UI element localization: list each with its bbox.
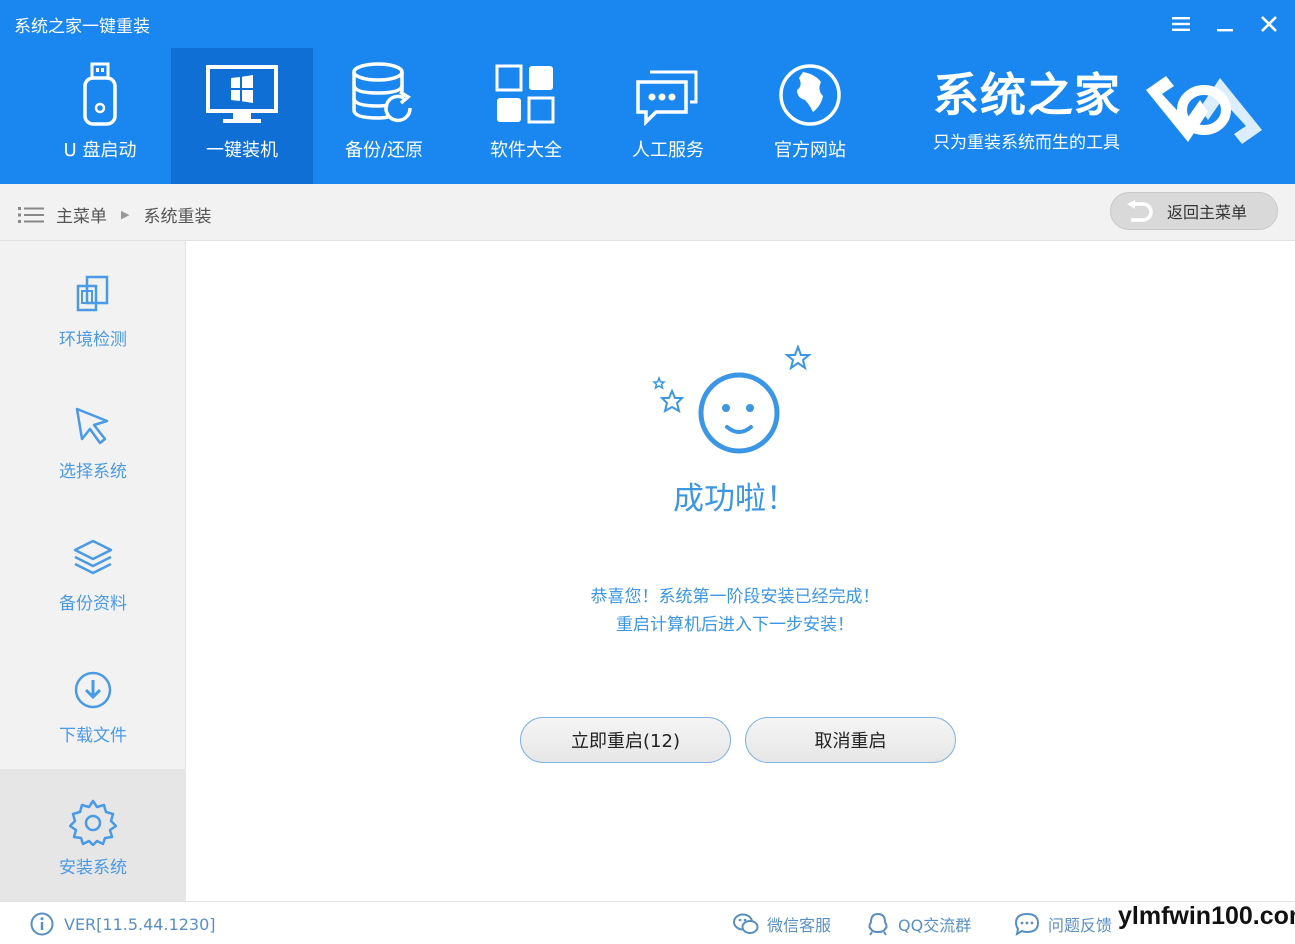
title-bar-header: 系统之家一键重装 U 盘启动 一键装机 备份/还原 软件大全 人工服务 官方网站… bbox=[0, 0, 1295, 184]
return-arrow-icon bbox=[1127, 200, 1153, 222]
minimize-button[interactable] bbox=[1206, 6, 1244, 42]
nav-item-usb-boot[interactable]: U 盘启动 bbox=[29, 48, 171, 184]
breadcrumb-current: 系统重装 bbox=[143, 207, 212, 227]
sidebar-label: 选择系统 bbox=[59, 462, 127, 482]
feedback-link[interactable]: 问题反馈 bbox=[1014, 912, 1112, 936]
database-backup-icon bbox=[352, 62, 412, 123]
wechat-service-link[interactable]: 微信客服 bbox=[733, 912, 831, 936]
close-button[interactable] bbox=[1250, 6, 1288, 42]
nav-label: 一键装机 bbox=[206, 140, 278, 161]
version-info: VER[11.5.44.1230] bbox=[30, 912, 216, 936]
menu-button[interactable] bbox=[1162, 6, 1200, 42]
back-to-main-menu-button[interactable]: 返回主菜单 bbox=[1110, 192, 1278, 230]
nav-item-one-key-install[interactable]: 一键装机 bbox=[171, 48, 313, 184]
success-message-line1: 恭喜您！系统第一阶段安装已经完成！ bbox=[590, 587, 880, 607]
brand-name: 系统之家 bbox=[933, 68, 1121, 122]
nav-label: U 盘启动 bbox=[63, 140, 137, 161]
chat-bubbles-icon bbox=[636, 70, 698, 126]
status-link-label: 微信客服 bbox=[767, 916, 832, 935]
breadcrumb-bar: 主菜单 ▶ 系统重装 返回主菜单 bbox=[0, 184, 1295, 241]
app-title: 系统之家一键重装 bbox=[14, 17, 150, 37]
sidebar-item-download-files[interactable]: 下载文件 bbox=[0, 637, 186, 769]
breadcrumb-root[interactable]: 主菜单 bbox=[56, 202, 107, 227]
usb-drive-icon bbox=[83, 62, 117, 126]
sidebar-label: 安装系统 bbox=[59, 858, 127, 878]
back-button-label: 返回主菜单 bbox=[1167, 203, 1248, 222]
smiley-face-icon bbox=[652, 344, 812, 454]
nav-item-backup-restore[interactable]: 备份/还原 bbox=[313, 48, 455, 184]
nav-item-official-site[interactable]: 官方网站 bbox=[739, 48, 881, 184]
cancel-restart-button[interactable]: 取消重启 bbox=[745, 717, 956, 763]
qq-group-link[interactable]: QQ交流群 bbox=[866, 912, 971, 936]
success-message-line2: 重启计算机后进入下一步安装！ bbox=[616, 615, 854, 635]
success-title: 成功啦！ bbox=[673, 481, 797, 517]
restart-now-button[interactable]: 立即重启(12) bbox=[520, 717, 731, 763]
minimize-icon bbox=[1217, 29, 1233, 32]
site-watermark: ylmfwin100.com bbox=[1118, 902, 1295, 930]
nav-item-human-service[interactable]: 人工服务 bbox=[597, 48, 739, 184]
status-link-label: QQ交流群 bbox=[898, 916, 972, 935]
brand-logo-icon bbox=[1146, 76, 1262, 144]
breadcrumb-separator-icon: ▶ bbox=[121, 208, 130, 221]
monitor-windows-icon bbox=[206, 65, 278, 123]
qq-icon bbox=[868, 912, 888, 936]
globe-icon bbox=[779, 64, 841, 126]
hamburger-icon bbox=[1172, 17, 1190, 31]
status-bar: VER[11.5.44.1230] 微信客服 QQ交流群 问题反馈 bbox=[0, 901, 1295, 944]
app-grid-icon bbox=[495, 64, 555, 124]
sidebar-item-select-system[interactable]: 选择系统 bbox=[0, 373, 186, 505]
close-icon bbox=[1261, 16, 1277, 32]
brand-slogan: 只为重装系统而生的工具 bbox=[933, 133, 1120, 153]
sidebar-label: 环境检测 bbox=[59, 330, 127, 350]
nav-item-software[interactable]: 软件大全 bbox=[455, 48, 597, 184]
cursor-arrow-icon bbox=[75, 407, 109, 445]
gear-icon bbox=[69, 799, 117, 846]
nav-label: 软件大全 bbox=[490, 140, 562, 161]
breadcrumb: 主菜单 ▶ 系统重装 bbox=[18, 202, 211, 227]
nav-label: 人工服务 bbox=[632, 140, 704, 161]
sidebar-item-install-system[interactable]: 安装系统 bbox=[0, 769, 186, 901]
star-icon bbox=[659, 388, 685, 414]
nav-label: 备份/还原 bbox=[344, 140, 424, 161]
wechat-icon bbox=[733, 913, 759, 934]
status-link-label: 问题反馈 bbox=[1048, 916, 1113, 935]
sidebar-label: 备份资料 bbox=[59, 594, 127, 614]
sidebar-item-env-check[interactable]: 环境检测 bbox=[0, 241, 186, 373]
list-icon bbox=[18, 206, 44, 223]
sidebar-label: 下载文件 bbox=[59, 726, 127, 746]
layers-icon bbox=[73, 539, 113, 575]
main-content: 成功啦！ 恭喜您！系统第一阶段安装已经完成！ 重启计算机后进入下一步安装！ 立即… bbox=[187, 241, 1295, 901]
sidebar-item-backup-data[interactable]: 备份资料 bbox=[0, 505, 186, 637]
nav-label: 官方网站 bbox=[774, 140, 846, 161]
brand: 系统之家 只为重装系统而生的工具 bbox=[933, 68, 1121, 153]
star-icon bbox=[652, 375, 666, 390]
info-icon bbox=[30, 912, 54, 936]
copy-devices-icon bbox=[76, 275, 109, 312]
version-text: VER[11.5.44.1230] bbox=[64, 914, 216, 934]
top-nav: U 盘启动 一键装机 备份/还原 软件大全 人工服务 官方网站 bbox=[29, 48, 881, 184]
download-circle-icon bbox=[74, 671, 112, 709]
feedback-icon bbox=[1014, 912, 1040, 936]
star-icon bbox=[784, 344, 812, 371]
step-sidebar: 环境检测 选择系统 备份资料 下载文件 安装系统 bbox=[0, 241, 186, 901]
